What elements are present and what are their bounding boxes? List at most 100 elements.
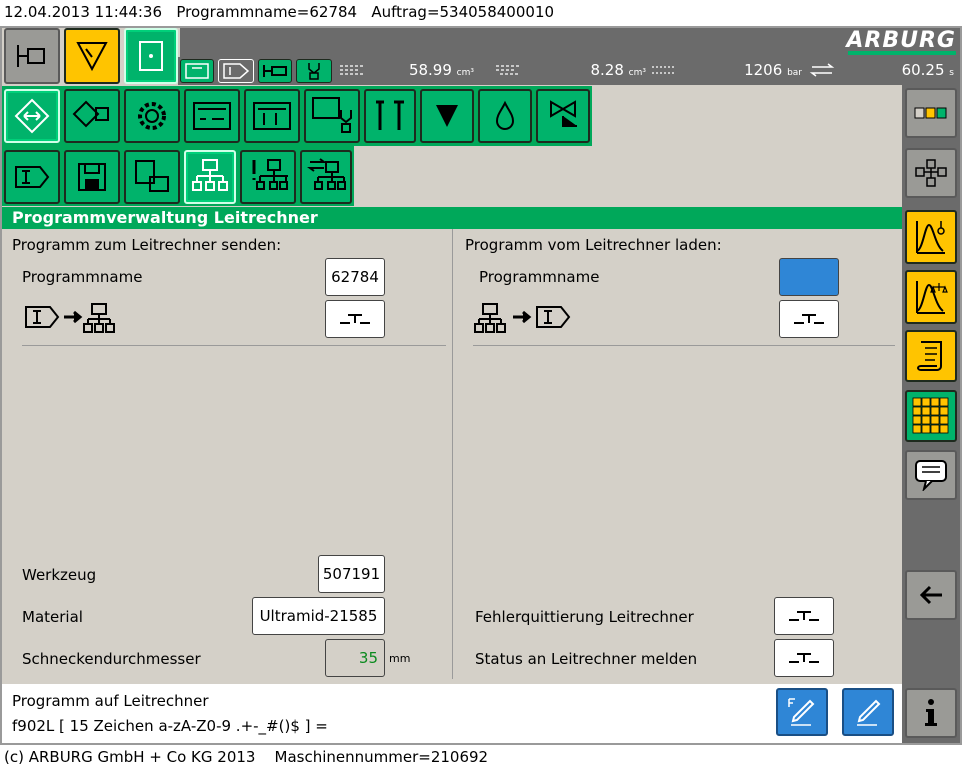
quality-curve-button[interactable] [905, 270, 957, 324]
documentation-button[interactable] [905, 330, 957, 382]
right-sidebar [902, 84, 960, 743]
footer-input-hint[interactable]: f902L [ 15 Zeichen a-zA-Z0-9 .+-_#()$ ] … [12, 717, 328, 735]
push-button-icon [789, 653, 819, 663]
host-transfer-button[interactable] [300, 150, 352, 204]
send-program-label: Programmname [22, 268, 143, 286]
tool-field[interactable]: 507191 [318, 555, 385, 593]
material-label: Material [22, 608, 83, 626]
page-title: Programmverwaltung Leitrechner [2, 207, 902, 229]
key-card-icon [193, 102, 231, 130]
volume1-value: 58.99 [408, 61, 452, 79]
tools-ejector-icon [312, 97, 352, 133]
host-computer-button[interactable] [184, 150, 236, 204]
valve-button[interactable] [536, 89, 590, 143]
diamond-injection-icon [72, 100, 109, 128]
volume2-value: 8.28 [590, 61, 624, 79]
back-button[interactable] [905, 570, 957, 620]
bottom-status-line: (c) ARBURG GmbH + Co KG 2013 Maschinennu… [0, 745, 962, 770]
send-program-field[interactable]: 62784 [325, 258, 385, 296]
send-heading: Programm zum Leitrechner senden: [12, 236, 282, 254]
dosing-volume-icon [496, 65, 520, 75]
access-button[interactable] [184, 89, 240, 143]
input-footer: Programm auf Leitrechner f902L [ 15 Zeic… [2, 684, 902, 743]
injection-data-button[interactable] [4, 150, 60, 204]
host-alarm-button[interactable] [240, 150, 296, 204]
send-panel: Programm zum Leitrechner senden: Program… [2, 229, 452, 684]
machine-mode-button[interactable] [4, 28, 60, 84]
process-status-bar: 58.99 cm³ 8.28 cm³ 1206 bar 60.25 s [178, 57, 960, 85]
push-button-icon [340, 314, 370, 324]
alarm-triangle-icon [76, 42, 108, 72]
nozzle-status-button[interactable] [258, 59, 292, 83]
injection-volume-icon [340, 65, 364, 75]
ejector-tools-button[interactable] [304, 89, 360, 143]
diamond-arrows-icon [14, 98, 50, 134]
status-report-button[interactable] [774, 639, 834, 677]
format-edit-button[interactable] [776, 688, 828, 736]
flame-icon [495, 100, 515, 130]
load-program-label: Programmname [479, 268, 600, 286]
setup-button[interactable] [4, 89, 60, 143]
scroll-icon [917, 341, 942, 371]
network-transfer-icon [307, 158, 346, 190]
datetime: 12.04.2013 11:44:36 [4, 3, 163, 21]
process-curve-button[interactable] [905, 210, 957, 264]
push-button-icon [789, 611, 819, 621]
cycle-time-unit: s [949, 68, 954, 78]
triangle-down-icon [436, 105, 458, 127]
top-status-line: 12.04.2013 11:44:36 Programmname=62784 A… [0, 0, 962, 26]
valve-icon [550, 100, 577, 127]
matrix-button[interactable] [905, 390, 957, 442]
floppy-disk-icon [78, 163, 106, 191]
cycle-time-value: 60.25 [901, 61, 945, 79]
load-program-button[interactable] [779, 300, 839, 338]
wrench-button[interactable] [364, 89, 416, 143]
settings-button[interactable] [124, 89, 180, 143]
mould-card-icon [135, 160, 169, 192]
status-report-label: Status an Leitrechner melden [475, 650, 698, 668]
load-program-field[interactable] [779, 258, 839, 296]
color-blocks-button[interactable] [905, 88, 957, 138]
speech-bubble-icon [915, 460, 947, 491]
load-heading: Programm vom Leitrechner laden: [465, 236, 722, 254]
mould-button[interactable] [124, 28, 178, 84]
program-name-header: Programmname=62784 [176, 3, 358, 21]
edit-button[interactable] [842, 688, 894, 736]
alarm-button[interactable] [64, 28, 120, 84]
temperature-button[interactable] [478, 89, 532, 143]
down-menu-button[interactable] [420, 89, 474, 143]
injection-unit-setup-button[interactable] [64, 89, 120, 143]
push-button-icon [794, 314, 824, 324]
ejector-icon [308, 63, 320, 80]
pressure-value: 1206 [744, 61, 783, 79]
tools-screen-icon [253, 102, 291, 130]
save-button[interactable] [64, 150, 120, 204]
volume1-unit: cm³ [456, 68, 474, 78]
machine-number: Maschinennummer=210692 [274, 748, 489, 766]
screw-diameter-unit: mm [389, 652, 411, 665]
ejector-status-button[interactable] [296, 59, 332, 83]
info-button[interactable] [905, 688, 957, 738]
arrow-left-icon [919, 585, 942, 605]
material-field[interactable]: Ultramid-21585 [252, 597, 385, 635]
error-ack-button[interactable] [774, 597, 834, 635]
machine-icon [17, 45, 45, 67]
error-ack-label: Fehlerquittierung Leitrechner [475, 608, 694, 626]
volume2-unit: cm³ [628, 68, 646, 78]
injection-arrow-icon [15, 166, 50, 188]
send-program-button[interactable] [325, 300, 385, 338]
mould-data-button[interactable] [124, 150, 180, 204]
network-alert-icon [252, 159, 288, 190]
footer-prompt: Programm auf Leitrechner [12, 692, 209, 710]
tool-label: Werkzeug [22, 566, 97, 584]
screw-diameter-field: 35 [325, 639, 385, 677]
send-divider [22, 345, 446, 346]
toolbox-status-button[interactable] [180, 59, 214, 83]
color-blocks-icon [914, 107, 947, 119]
service-tools-button[interactable] [244, 89, 300, 143]
injection-status-button[interactable] [218, 59, 254, 83]
curve-temperature-icon [916, 221, 945, 254]
pressure-icon [652, 66, 676, 74]
messages-button[interactable] [905, 450, 957, 500]
sequence-button[interactable] [905, 148, 957, 198]
